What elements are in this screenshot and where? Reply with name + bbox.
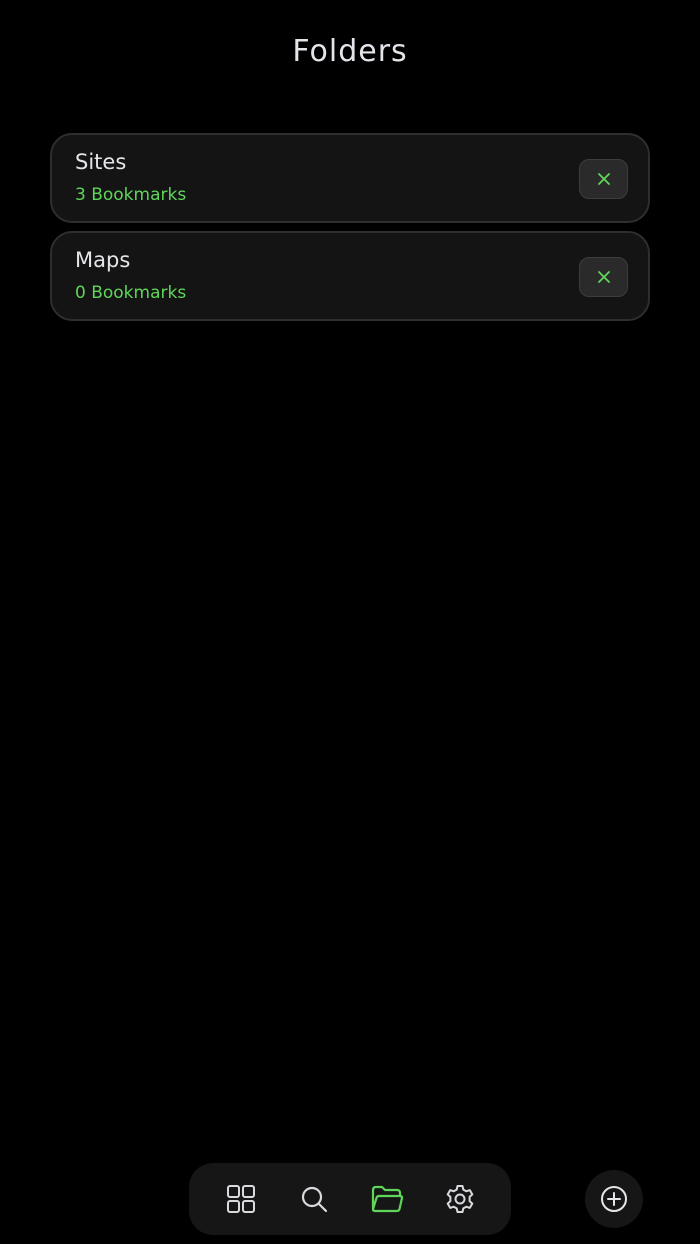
grid-icon	[226, 1185, 255, 1213]
folder-icon	[371, 1185, 403, 1213]
delete-folder-button[interactable]	[579, 159, 628, 199]
page-title: Folders	[292, 34, 408, 69]
delete-folder-button[interactable]	[579, 257, 628, 297]
nav-search[interactable]	[284, 1169, 344, 1229]
folder-name: Sites	[75, 150, 127, 174]
folder-bookmark-count: 0 Bookmarks	[75, 283, 187, 303]
close-icon	[597, 271, 610, 283]
close-icon	[597, 173, 610, 185]
search-icon	[301, 1186, 327, 1213]
folder-card-maps[interactable]: Maps 0 Bookmarks	[50, 231, 650, 321]
nav-settings[interactable]	[430, 1169, 490, 1229]
folder-name: Maps	[75, 248, 131, 272]
gear-icon	[446, 1185, 473, 1213]
bottom-nav	[189, 1163, 511, 1235]
folder-list: Sites 3 Bookmarks Maps 0 Bookmarks	[50, 133, 650, 329]
add-folder-button[interactable]	[585, 1170, 643, 1228]
folder-bookmark-count: 3 Bookmarks	[75, 185, 187, 205]
nav-folders[interactable]	[357, 1169, 417, 1229]
add-icon	[601, 1186, 627, 1212]
nav-dashboard[interactable]	[211, 1169, 271, 1229]
folder-card-sites[interactable]: Sites 3 Bookmarks	[50, 133, 650, 223]
